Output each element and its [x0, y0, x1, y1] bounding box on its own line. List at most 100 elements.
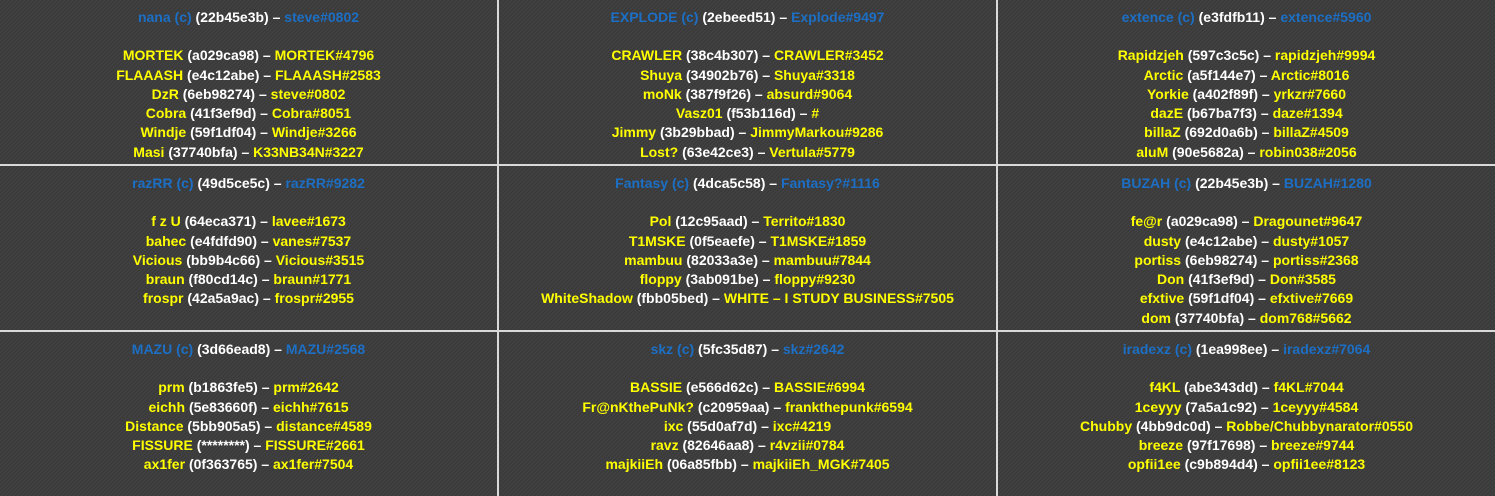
player-hash: (f80cd14c) [188, 271, 258, 288]
player-row: Arctic (a5f144e7) – Arctic#8016 [998, 66, 1495, 85]
team-header: MAZU (c) (3d66ead8) – MAZU#2568 [0, 340, 497, 359]
player-row: FISSURE (********) – FISSURE#2661 [0, 436, 497, 455]
separator-dash: – [795, 105, 812, 122]
separator-dash: – [1264, 9, 1281, 25]
player-name: Lost? [640, 143, 679, 160]
captain-hash: (49d5ce5c) [197, 175, 270, 191]
player-tag: opfii1ee#8123 [1273, 456, 1366, 473]
player-hash: (0f5eaefe) [689, 232, 755, 249]
player-name: Windje [140, 124, 187, 141]
captain-tag: steve#0802 [284, 9, 360, 25]
player-row: Lost? (63e42ce3) – Vertula#5779 [499, 143, 996, 162]
player-tag: breeze#9744 [1271, 437, 1355, 454]
player-row: DzR (6eb98274) – steve#0802 [0, 85, 497, 104]
player-name: portiss [1134, 251, 1182, 268]
player-tag: dusty#1057 [1272, 232, 1350, 249]
player-name: dom [1141, 309, 1171, 326]
player-tag: FLAAASH#2583 [274, 66, 381, 83]
player-name: efxtive [1139, 290, 1185, 307]
player-tag: efxtive#7669 [1269, 290, 1354, 307]
player-tag: frospr#2955 [274, 290, 354, 307]
separator-dash: – [734, 124, 751, 141]
player-name: Rapidzjeh [1117, 47, 1184, 64]
captain-name: razRR (c) [132, 175, 194, 191]
separator-dash: – [1257, 251, 1273, 268]
separator-dash: – [257, 271, 274, 288]
captain-name: nana (c) [137, 9, 192, 25]
player-name: BASSIE [629, 379, 683, 396]
player-name: dazE [1150, 105, 1184, 122]
player-name: Vicious [132, 251, 183, 268]
captain-name: extence (c) [1121, 9, 1195, 25]
player-hash: (3b29bbad) [659, 124, 735, 141]
player-row: FLAAASH (e4c12abe) – FLAAASH#2583 [0, 66, 497, 85]
team-header: BUZAH (c) (22b45e3b) – BUZAH#1280 [998, 174, 1495, 193]
player-tag: Robbe/Chubbynarator#0550 [1226, 417, 1413, 434]
separator-dash: – [758, 47, 774, 64]
player-name: FISSURE [132, 437, 193, 454]
player-row: BASSIE (e566d62c) – BASSIE#6994 [499, 378, 996, 397]
separator-dash: – [758, 66, 774, 83]
player-hash: (7a5a1c92) [1185, 398, 1257, 415]
player-name: ixc [663, 417, 684, 434]
player-row: portiss (6eb98274) – portiss#2368 [998, 251, 1495, 270]
player-tag: mambuu#7844 [773, 251, 871, 268]
player-row: Jimmy (3b29bbad) – JimmyMarkou#9286 [499, 123, 996, 142]
player-hash: (41f3ef9d) [1188, 271, 1255, 288]
player-tag: absurd#9064 [766, 85, 853, 102]
player-tag: portiss#2368 [1272, 251, 1359, 268]
player-row: Pol (12c95aad) – Territo#1830 [499, 212, 996, 231]
player-hash: (5e83660f) [188, 398, 258, 415]
captain-hash: (22b45e3b) [1195, 175, 1269, 191]
player-tag: billaZ#4509 [1273, 124, 1349, 141]
player-hash: (6eb98274) [1185, 251, 1258, 268]
player-hash: (37740bfa) [1174, 309, 1245, 326]
separator-dash: – [1267, 341, 1284, 357]
player-row: moNk (387f9f26) – absurd#9064 [499, 85, 996, 104]
player-name: opfii1ee [1127, 456, 1181, 473]
player-tag: rapidzjeh#9994 [1274, 47, 1376, 64]
player-name: DzR [151, 85, 179, 102]
player-hash: (59f1df04) [190, 124, 257, 141]
player-hash: (c20959aa) [697, 398, 770, 415]
captain-tag: Fantasy?#1116 [780, 175, 880, 191]
player-row: Vasz01 (f53b116d) – # [499, 104, 996, 123]
player-tag: r4vzii#0784 [769, 437, 845, 454]
player-name: mambuu [624, 251, 683, 268]
player-hash: (c9b894d4) [1184, 456, 1258, 473]
player-name: f z U [151, 213, 181, 230]
player-name: MORTEK [122, 47, 184, 64]
player-hash: (e4fdfd90) [190, 232, 258, 249]
player-row: Don (41f3ef9d) – Don#3585 [998, 270, 1495, 289]
player-name: CRAWLER [611, 47, 683, 64]
separator-dash: – [1258, 85, 1274, 102]
player-name: Distance [125, 417, 184, 434]
player-tag: eichh#7615 [273, 398, 349, 415]
captain-name: skz (c) [650, 341, 695, 357]
separator-dash: – [765, 175, 781, 191]
player-row: CRAWLER (38c4b307) – CRAWLER#3452 [499, 46, 996, 65]
player-hash: (********) [196, 437, 250, 454]
separator-dash: – [747, 213, 764, 230]
separator-dash: – [259, 47, 275, 64]
player-row: floppy (3ab091be) – floppy#9230 [499, 270, 996, 289]
player-hash: (a029ca98) [187, 47, 259, 64]
player-name: Cobra [145, 105, 187, 122]
separator-dash: – [1258, 379, 1274, 396]
player-row: dom (37740bfa) – dom768#5662 [998, 309, 1495, 328]
player-hash: (55d0af7d) [687, 417, 758, 434]
team-header: razRR (c) (49d5ce5c) – razRR#9282 [0, 174, 497, 193]
player-row: f4KL (abe343dd) – f4KL#7044 [998, 378, 1495, 397]
team-card: razRR (c) (49d5ce5c) – razRR#9282 f z U (… [0, 166, 497, 330]
player-row: ixc (55d0af7d) – ixc#4219 [499, 417, 996, 436]
player-row: WhiteShadow (fbb05bed) – WHITE – I STUDY… [499, 289, 996, 308]
player-tag: JimmyMarkou#9286 [750, 124, 884, 141]
separator-dash: – [257, 379, 274, 396]
captain-hash: (5fc35d87) [698, 341, 768, 357]
player-row: f z U (64eca371) – lavee#1673 [0, 212, 497, 231]
player-row: MORTEK (a029ca98) – MORTEK#4796 [0, 46, 497, 65]
separator-dash: – [269, 175, 286, 191]
player-row: Windje (59f1df04) – Windje#3266 [0, 123, 497, 142]
player-tag: BASSIE#6994 [773, 379, 866, 396]
separator-dash: – [1210, 417, 1227, 434]
